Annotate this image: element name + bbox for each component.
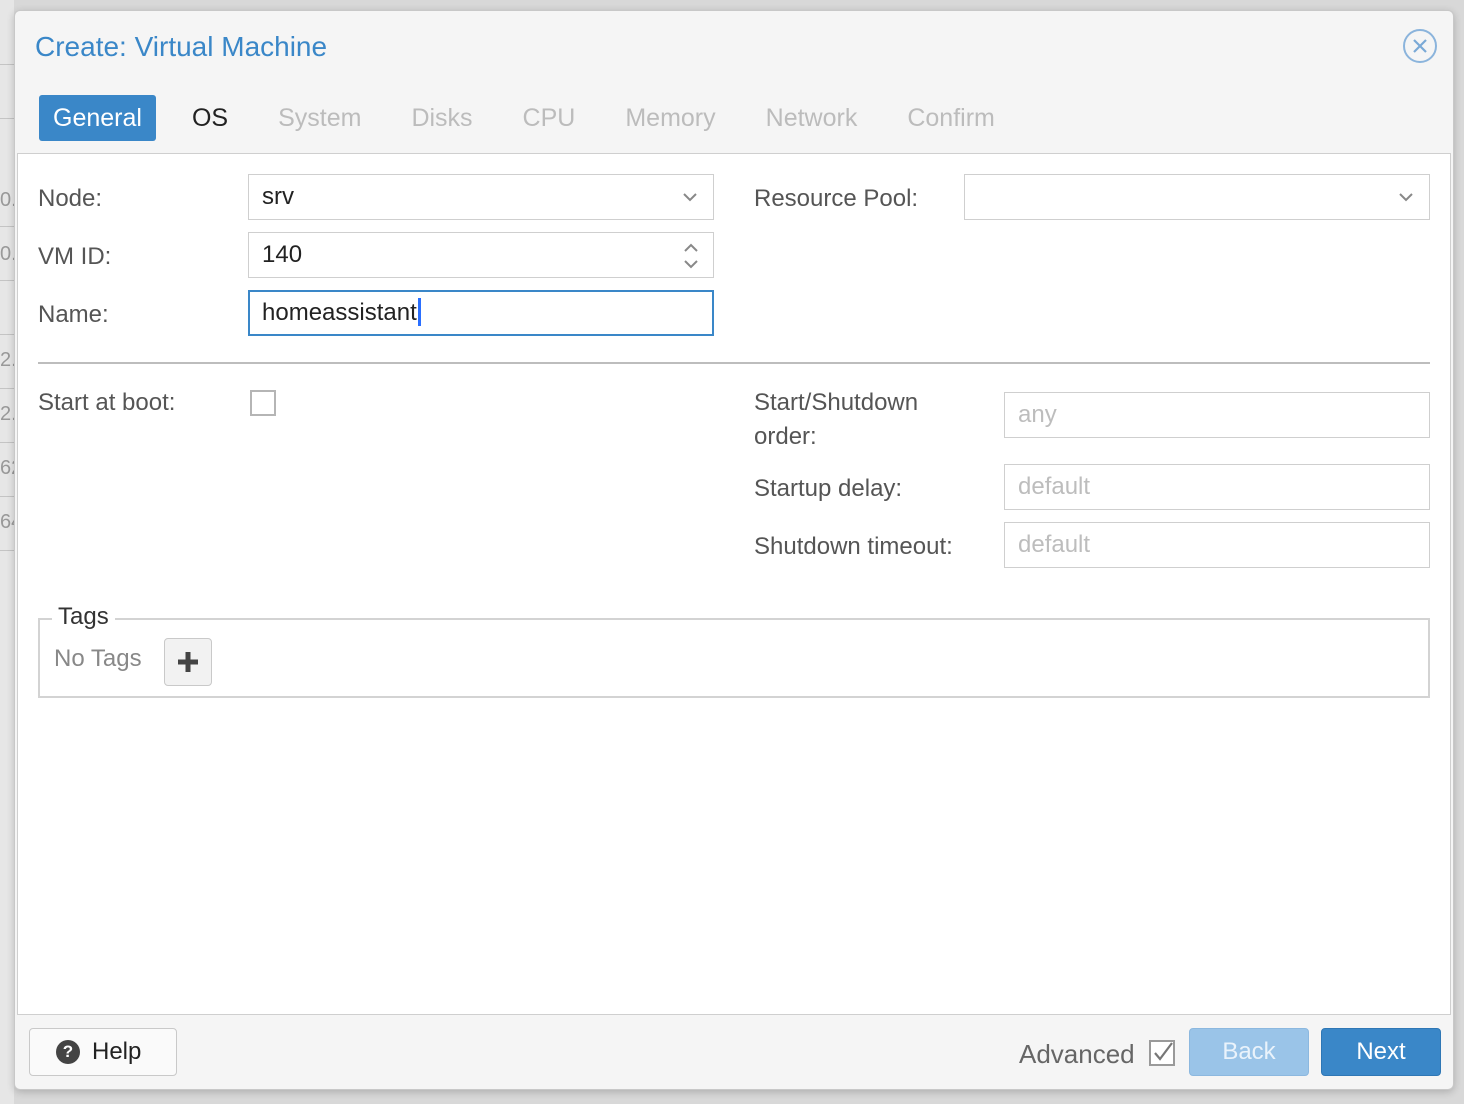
back-button[interactable]: Back [1189,1028,1309,1076]
name-input[interactable]: homeassistant [248,290,714,336]
node-label: Node: [38,185,103,212]
startup-delay-label: Startup delay: [754,475,903,502]
advanced-label: Advanced [1019,1039,1135,1069]
bg-divider [0,226,14,227]
close-button[interactable] [1403,29,1437,63]
tab-general[interactable]: General [39,95,156,141]
bg-divider [0,388,14,389]
add-tag-button[interactable] [164,638,212,686]
text-caret [417,297,421,326]
plus-icon [178,652,198,672]
chevron-down-icon [1399,193,1413,202]
bg-text: 64 [0,512,14,532]
dialog-footer: ? Help Advanced Back Next [15,1016,1453,1091]
chevron-down-icon [683,193,697,202]
bg-divider [0,64,14,65]
create-vm-dialog: Create: Virtual Machine General OS Syste… [14,10,1454,1090]
tab-network[interactable]: Network [752,95,872,141]
dialog-title: Create: Virtual Machine [35,31,328,62]
vmid-spinner[interactable]: 140 [248,232,714,278]
start-order-label-line1: Start/Shutdown [754,389,919,416]
help-label: Help [92,1038,142,1065]
tab-disks[interactable]: Disks [397,95,486,141]
vmid-label: VM ID: [38,243,112,270]
advanced-checkbox[interactable] [1149,1040,1175,1066]
next-button[interactable]: Next [1321,1028,1441,1076]
start-order-label-line2: order: [754,423,817,450]
spinner-arrows-icon[interactable] [681,240,701,272]
tab-memory[interactable]: Memory [611,95,729,141]
tab-cpu[interactable]: CPU [509,95,590,141]
section-divider [38,362,1430,364]
background-app: 0. 0. 2. 2. 62 64 [0,0,14,1104]
bg-divider [0,334,14,335]
bg-divider [0,442,14,443]
shutdown-timeout-input[interactable]: default [1004,522,1430,568]
vmid-value: 140 [262,241,303,268]
start-at-boot-checkbox[interactable] [250,390,276,416]
shutdown-timeout-label: Shutdown timeout: [754,533,953,560]
tags-fieldset: Tags No Tags [38,602,1430,698]
tab-confirm[interactable]: Confirm [893,95,1009,141]
help-button[interactable]: ? Help [29,1028,177,1076]
resource-pool-label: Resource Pool: [754,185,919,212]
name-label: Name: [38,301,109,328]
start-at-boot-label: Start at boot: [38,389,176,416]
resource-pool-select[interactable] [964,174,1430,220]
close-icon [1413,39,1427,53]
tab-os[interactable]: OS [178,95,242,141]
bg-divider [0,280,14,281]
no-tags-text: No Tags [54,645,142,672]
bg-divider [0,550,14,551]
node-select[interactable]: srv [248,174,714,220]
tab-system[interactable]: System [264,95,375,141]
bg-text: 2. [0,404,14,424]
question-icon: ? [56,1040,80,1064]
node-value: srv [262,183,294,210]
general-panel: Node: srv VM ID: 140 Name: homeassistant… [17,153,1451,1015]
bg-text: 62 [0,458,14,478]
bg-text: 0. [0,190,14,210]
tags-legend: Tags [52,602,115,632]
bg-text: 2. [0,350,14,370]
wizard-tabs: General OS System Disks CPU Memory Netwo… [39,95,1031,141]
bg-text: 0. [0,244,14,264]
bg-divider [0,496,14,497]
start-order-input[interactable]: any [1004,392,1430,438]
bg-divider [0,118,14,119]
name-value: homeassistant [262,299,417,326]
startup-delay-input[interactable]: default [1004,464,1430,510]
